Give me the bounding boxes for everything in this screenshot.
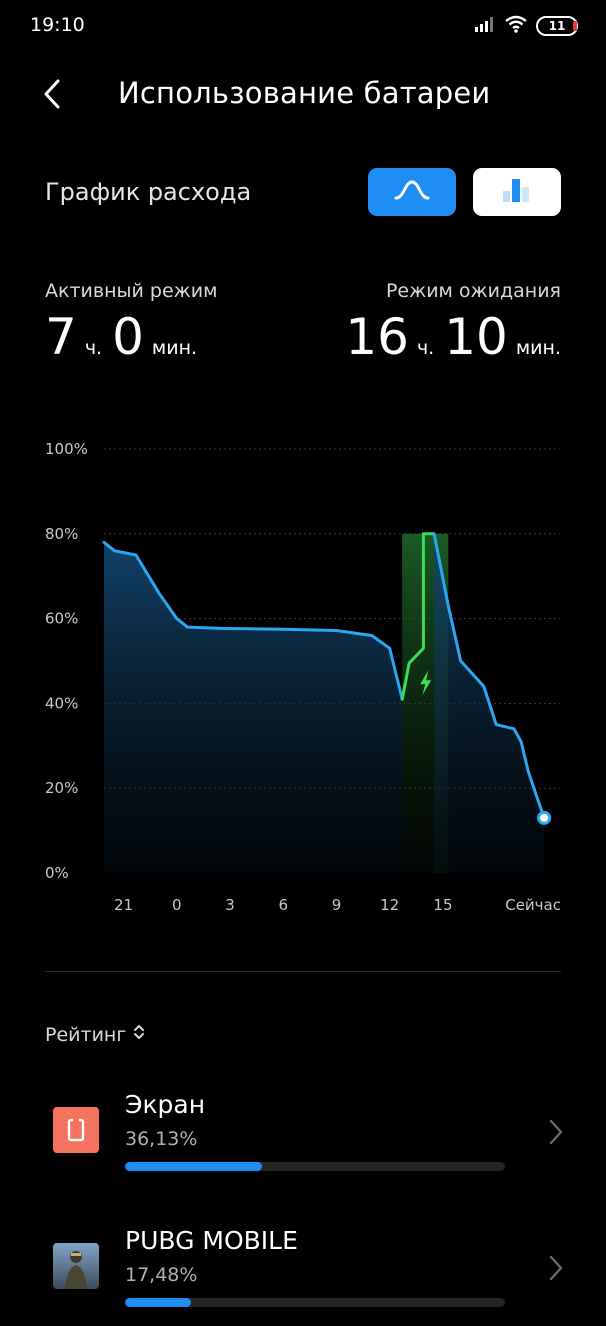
app-name: Экран [125, 1090, 206, 1119]
y-tick-label: 100% [45, 440, 88, 458]
app-percent: 36,13% [125, 1128, 198, 1150]
discharge-area [104, 542, 403, 873]
pubg-app-icon [53, 1243, 99, 1289]
chevron-left-icon [42, 79, 62, 113]
usage-bar [125, 1162, 505, 1171]
active-mode-label: Активный режим [45, 280, 218, 302]
list-item-screen[interactable]: Экран 36,13% [0, 1080, 606, 1190]
usage-bar-fill [125, 1162, 263, 1171]
curve-view-toggle[interactable] [368, 168, 456, 216]
status-icons: 11 [474, 14, 578, 38]
app-name: PUBG MOBILE [125, 1226, 298, 1255]
page-title: Использование батареи [118, 76, 491, 110]
status-time: 19:10 [30, 14, 85, 36]
list-item-pubg[interactable]: PUBG MOBILE 17,48% [0, 1216, 606, 1326]
y-tick-label: 20% [45, 779, 78, 797]
y-tick-label: 60% [45, 610, 78, 628]
standby-mode-label: Режим ожидания [385, 280, 561, 302]
y-tick-label: 80% [45, 525, 78, 543]
usage-bar-fill [125, 1298, 192, 1307]
bar-chart-icon [501, 177, 533, 207]
x-tick-label: 3 [225, 896, 235, 914]
standby-mode-value: 16 ч. 10 мин. [345, 308, 561, 366]
x-tick-label: 0 [172, 896, 182, 914]
battery-level-chart: 100% 80% 60% 40% 20% 0% 21 0 3 6 9 12 15 Сейчас [45, 440, 561, 914]
x-tick-label: 9 [332, 896, 342, 914]
chevron-right-icon [546, 1117, 566, 1147]
battery-icon: 11 [536, 16, 578, 36]
usage-bar [125, 1298, 505, 1307]
sort-updown-icon [132, 1023, 146, 1046]
back-button[interactable] [30, 74, 74, 118]
wifi-icon [505, 15, 527, 37]
y-tick-label: 40% [45, 694, 78, 712]
line-chart-icon [394, 179, 430, 205]
rating-label: Рейтинг [45, 1023, 127, 1046]
app-percent: 17,48% [125, 1264, 198, 1286]
bar-view-toggle[interactable] [473, 168, 561, 216]
rating-sort-button[interactable]: Рейтинг [45, 1023, 146, 1046]
y-tick-label: 0% [45, 864, 69, 882]
screen-icon [53, 1107, 99, 1153]
active-mode-value: 7 ч. 0 мин. [45, 308, 198, 366]
usage-chart-title: График расхода [45, 178, 252, 206]
signal-icon [474, 16, 496, 36]
x-tick-label: 12 [380, 896, 399, 914]
x-tick-label: 6 [278, 896, 288, 914]
chevron-right-icon [546, 1253, 566, 1283]
x-tick-label: Сейчас [505, 896, 561, 914]
section-divider [45, 971, 561, 972]
x-tick-label: 21 [114, 896, 133, 914]
current-level-point [537, 810, 552, 825]
x-tick-label: 15 [433, 896, 452, 914]
